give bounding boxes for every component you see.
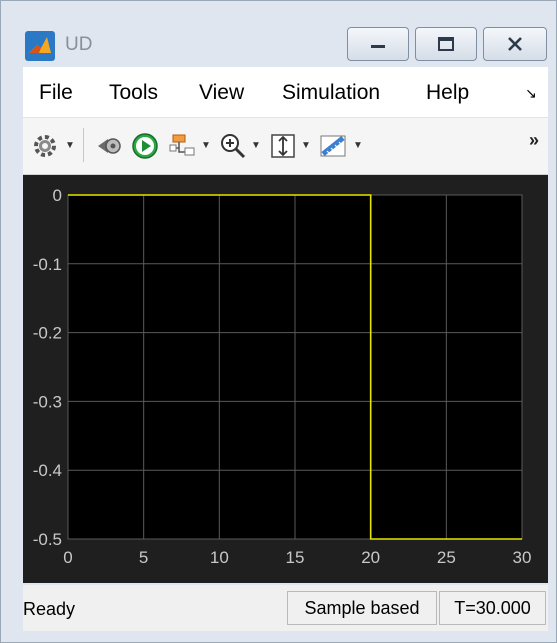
settings-dropdown-icon[interactable]: ▼: [65, 140, 75, 151]
menu-help[interactable]: Help: [426, 81, 469, 105]
x-tick-label: 10: [210, 548, 229, 567]
y-tick-label: -0.1: [33, 255, 62, 274]
menu-bar: File Tools View Simulation Help ↘: [23, 67, 548, 118]
x-tick-label: 25: [437, 548, 456, 567]
toolbar-overflow[interactable]: »: [529, 130, 539, 151]
minimize-button[interactable]: [347, 27, 409, 61]
menu-tools[interactable]: Tools: [109, 81, 158, 105]
menu-view[interactable]: View: [199, 81, 244, 105]
zoom-dropdown-icon[interactable]: ▼: [251, 140, 261, 151]
close-icon: [508, 37, 522, 51]
signal-icon[interactable]: [169, 132, 197, 160]
x-tick-label: 0: [63, 548, 72, 567]
scope-window: UD File Tools View Simulation Help ↘ ▼ ▼…: [0, 0, 557, 643]
status-text: Ready: [23, 599, 76, 619]
measure-icon[interactable]: [319, 132, 347, 160]
toolbar: ▼ ▼ ▼ ▼ ▼ »: [23, 118, 548, 175]
y-tick-label: 0: [53, 186, 62, 205]
matlab-logo-icon: [25, 31, 55, 61]
maximize-icon: [438, 37, 454, 51]
menu-file[interactable]: File: [39, 81, 73, 105]
x-tick-label: 15: [286, 548, 305, 567]
minimize-icon: [371, 45, 385, 48]
status-bar: Ready Sample based T=30.000: [23, 585, 548, 631]
sample-mode-indicator: Sample based: [287, 591, 437, 625]
menu-simulation[interactable]: Simulation: [282, 81, 380, 105]
title-bar[interactable]: UD: [1, 1, 556, 67]
y-tick-label: -0.4: [33, 461, 62, 480]
step-back-icon[interactable]: [95, 132, 123, 160]
scope-plot[interactable]: 0 5 10 15 20 25 30 0 -0.1 -0.2 -0.3 -0.4 -0.5: [23, 175, 548, 583]
scale-dropdown-icon[interactable]: ▼: [301, 140, 311, 151]
run-icon[interactable]: [131, 132, 159, 160]
y-tick-label: -0.2: [33, 324, 62, 343]
menu-overflow-icon[interactable]: ↘: [525, 85, 537, 102]
scale-icon[interactable]: [269, 132, 297, 160]
zoom-icon[interactable]: [219, 132, 247, 160]
close-button[interactable]: [483, 27, 547, 61]
x-tick-label: 5: [139, 548, 148, 567]
settings-icon[interactable]: [31, 132, 59, 160]
window-title: UD: [65, 34, 93, 55]
maximize-button[interactable]: [415, 27, 477, 61]
y-tick-label: -0.5: [33, 530, 62, 549]
y-tick-label: -0.3: [33, 392, 62, 411]
scope-plot-area[interactable]: 0 5 10 15 20 25 30 0 -0.1 -0.2 -0.3 -0.4 -0.5: [23, 175, 548, 583]
toolbar-separator: [83, 128, 84, 162]
simulation-time: T=30.000: [439, 591, 546, 625]
x-tick-label: 20: [361, 548, 380, 567]
signal-dropdown-icon[interactable]: ▼: [201, 140, 211, 151]
measure-dropdown-icon[interactable]: ▼: [353, 140, 363, 151]
x-tick-label: 30: [513, 548, 532, 567]
